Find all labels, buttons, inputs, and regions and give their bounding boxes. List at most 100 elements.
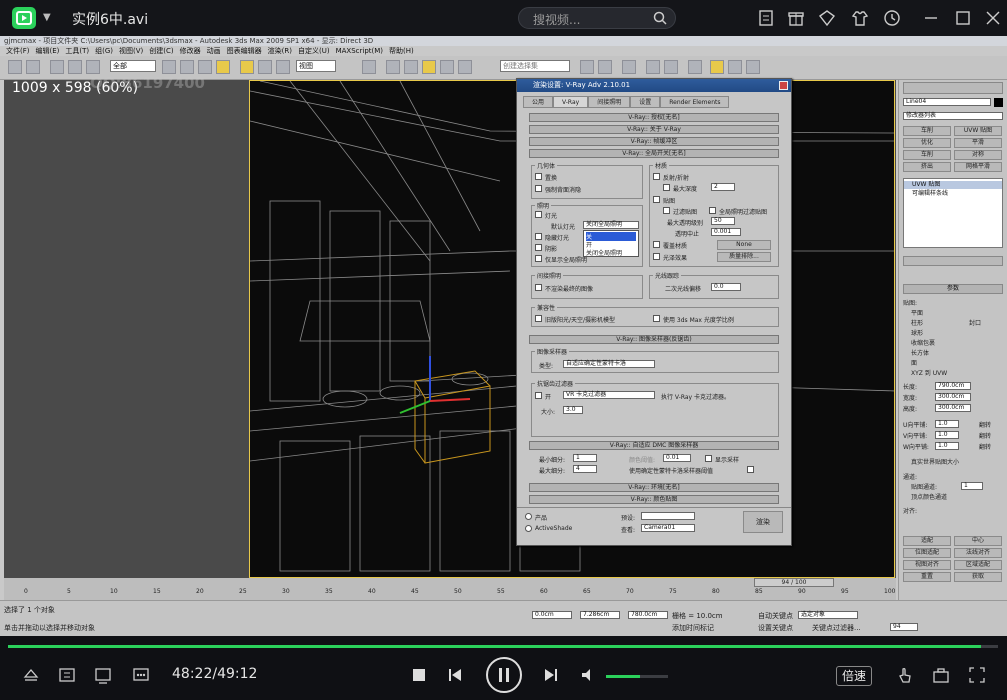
rollout-about[interactable]: V-Ray:: 关于 V-Ray [529, 125, 779, 134]
volume-slider[interactable] [606, 675, 668, 678]
dialog-tab-1[interactable]: V-Ray [553, 96, 589, 108]
scale-icon[interactable] [276, 60, 290, 74]
sampler-type-dropdown[interactable]: 自适应确定性蒙特卡洛 [563, 360, 655, 368]
center-button[interactable]: 中心 [954, 536, 1002, 546]
mapping-option-box[interactable]: 长方体 [911, 348, 929, 357]
map-channel-input[interactable]: 1 [961, 482, 983, 490]
gi-only-checkbox[interactable] [535, 255, 542, 262]
speed-button[interactable]: 倍速 [836, 666, 872, 686]
glossy-exclude-button[interactable]: 质量排除... [717, 252, 771, 262]
timeline[interactable]: 94 / 100 0 5 10 15 20 25 30 35 40 45 50 55 60 65 70 75 8… [4, 578, 896, 600]
undo-icon[interactable] [8, 60, 22, 74]
mapping-option-shrinkwrap[interactable]: 收缩包裹 [911, 338, 935, 347]
angle-snap-icon[interactable] [404, 60, 418, 74]
dont-render-final-checkbox[interactable] [535, 284, 542, 291]
document-icon[interactable] [757, 9, 775, 27]
option-gi-off[interactable]: 关闭全局照明 [586, 248, 622, 257]
view-dropdown[interactable]: Camera01 [641, 524, 695, 532]
rotate-icon[interactable] [258, 60, 272, 74]
quick-render-icon[interactable] [746, 60, 760, 74]
activeshade-radio[interactable] [525, 525, 532, 532]
video-frame[interactable]: gjmcmax - 项目文件夹 C:\Users\pc\Documents\3d… [0, 36, 1007, 636]
add-time-tag[interactable]: 添加时间标记 [672, 623, 714, 633]
acquire-button[interactable]: 获取 [954, 572, 1002, 582]
render-button[interactable]: 渲染 [743, 511, 783, 533]
vip-icon[interactable] [818, 9, 836, 27]
subtitle-icon[interactable] [132, 666, 150, 684]
modifier-button-3[interactable]: 优化 [903, 138, 951, 148]
max-depth-input[interactable]: 2 [711, 183, 735, 191]
menu-item-3[interactable]: 组(G) [95, 47, 113, 55]
fullscreen-icon[interactable] [968, 666, 986, 684]
search-icon[interactable] [653, 11, 667, 25]
backface-checkbox[interactable] [535, 185, 542, 192]
filter-maps-checkbox[interactable] [663, 207, 670, 214]
view-align-button[interactable]: 视图对齐 [903, 560, 951, 570]
x-coord-input[interactable]: 0.0cm [532, 611, 572, 619]
menu-item-6[interactable]: 修改器 [180, 47, 201, 55]
modifier-button-6[interactable]: 对称 [954, 150, 1002, 160]
rollout-global-switches[interactable]: V-Ray:: 全局开关[无名] [529, 149, 779, 158]
width-input[interactable]: 300.0cm [935, 393, 971, 401]
vertex-color-option[interactable]: 顶点颜色通道 [911, 492, 947, 501]
progress-bar[interactable] [8, 645, 998, 648]
schematic-view-icon[interactable] [664, 60, 678, 74]
max-depth-checkbox[interactable] [663, 184, 670, 191]
aa-on-checkbox[interactable] [535, 392, 542, 399]
frame-input[interactable]: 94 [890, 623, 918, 631]
real-world-checkbox[interactable]: 真实世界贴图大小 [911, 457, 959, 466]
command-panel-tabs[interactable] [903, 82, 1003, 94]
select-icon[interactable] [162, 60, 176, 74]
menu-item-8[interactable]: 图表编辑器 [227, 47, 262, 55]
shirt-icon[interactable] [851, 9, 869, 27]
menu-item-1[interactable]: 编辑(E) [36, 47, 60, 55]
w-flip-checkbox[interactable]: 翻转 [979, 442, 991, 451]
v-flip-checkbox[interactable]: 翻转 [979, 431, 991, 440]
setkey-button[interactable]: 设置关键点 [758, 623, 793, 633]
percent-snap-icon[interactable] [422, 60, 436, 74]
stop-icon[interactable] [410, 666, 428, 684]
rendered-frame-icon[interactable] [728, 60, 742, 74]
u-tile-input[interactable]: 1.0 [935, 420, 959, 428]
key-filters-button[interactable]: 关键点过滤器... [812, 623, 861, 633]
toolbox-icon[interactable] [932, 666, 950, 684]
stack-toolbar[interactable] [903, 256, 1003, 266]
mapping-option-cylindrical[interactable]: 柱形 [911, 318, 923, 327]
gift-icon[interactable] [787, 9, 805, 27]
redo-icon[interactable] [26, 60, 40, 74]
product-radio[interactable] [525, 513, 532, 520]
map-channel-label[interactable]: 贴图通道: [911, 482, 937, 491]
show-samples-checkbox[interactable] [705, 455, 712, 462]
eject-icon[interactable] [22, 666, 40, 684]
aa-filter-dropdown[interactable]: VR 卡克过滤器 [563, 391, 655, 399]
move-icon[interactable] [240, 60, 254, 74]
modifier-list-dropdown[interactable]: 修改器列表 [903, 112, 1003, 120]
transp-cutoff-input[interactable]: 0.001 [711, 228, 741, 236]
product-dropdown[interactable] [535, 512, 581, 520]
mapping-option-planar[interactable]: 平面 [911, 308, 923, 317]
autokey-button[interactable]: 自动关键点 [758, 611, 793, 621]
shadows-checkbox[interactable] [535, 244, 542, 251]
menu-item-11[interactable]: MAXScript(M) [336, 47, 383, 55]
region-fit-button[interactable]: 区域适配 [954, 560, 1002, 570]
height-input[interactable]: 300.0cm [935, 404, 971, 412]
reference-coord-dropdown[interactable]: 视图 [296, 60, 336, 72]
edit-named-sets-icon[interactable] [458, 60, 472, 74]
chevron-down-icon[interactable]: ▼ [43, 12, 51, 23]
pause-button[interactable] [486, 657, 522, 693]
menu-item-9[interactable]: 渲染(R) [268, 47, 292, 55]
menu-item-5[interactable]: 创建(C) [149, 47, 173, 55]
secondary-bias-input[interactable]: 0.0 [711, 283, 741, 291]
modifier-button-5[interactable]: 车削 [903, 150, 951, 160]
reset-button[interactable]: 重置 [903, 572, 951, 582]
aa-size-input[interactable]: 3.0 [563, 406, 583, 414]
mirror-icon[interactable] [580, 60, 594, 74]
material-editor-icon[interactable] [688, 60, 702, 74]
hidden-lights-checkbox[interactable] [535, 233, 542, 240]
modifier-button-7[interactable]: 挤出 [903, 162, 951, 172]
select-by-name-icon[interactable] [180, 60, 194, 74]
rect-select-icon[interactable] [198, 60, 212, 74]
layer-manager-icon[interactable] [622, 60, 636, 74]
displacement-checkbox[interactable] [535, 173, 542, 180]
length-input[interactable]: 790.0cm [935, 382, 971, 390]
